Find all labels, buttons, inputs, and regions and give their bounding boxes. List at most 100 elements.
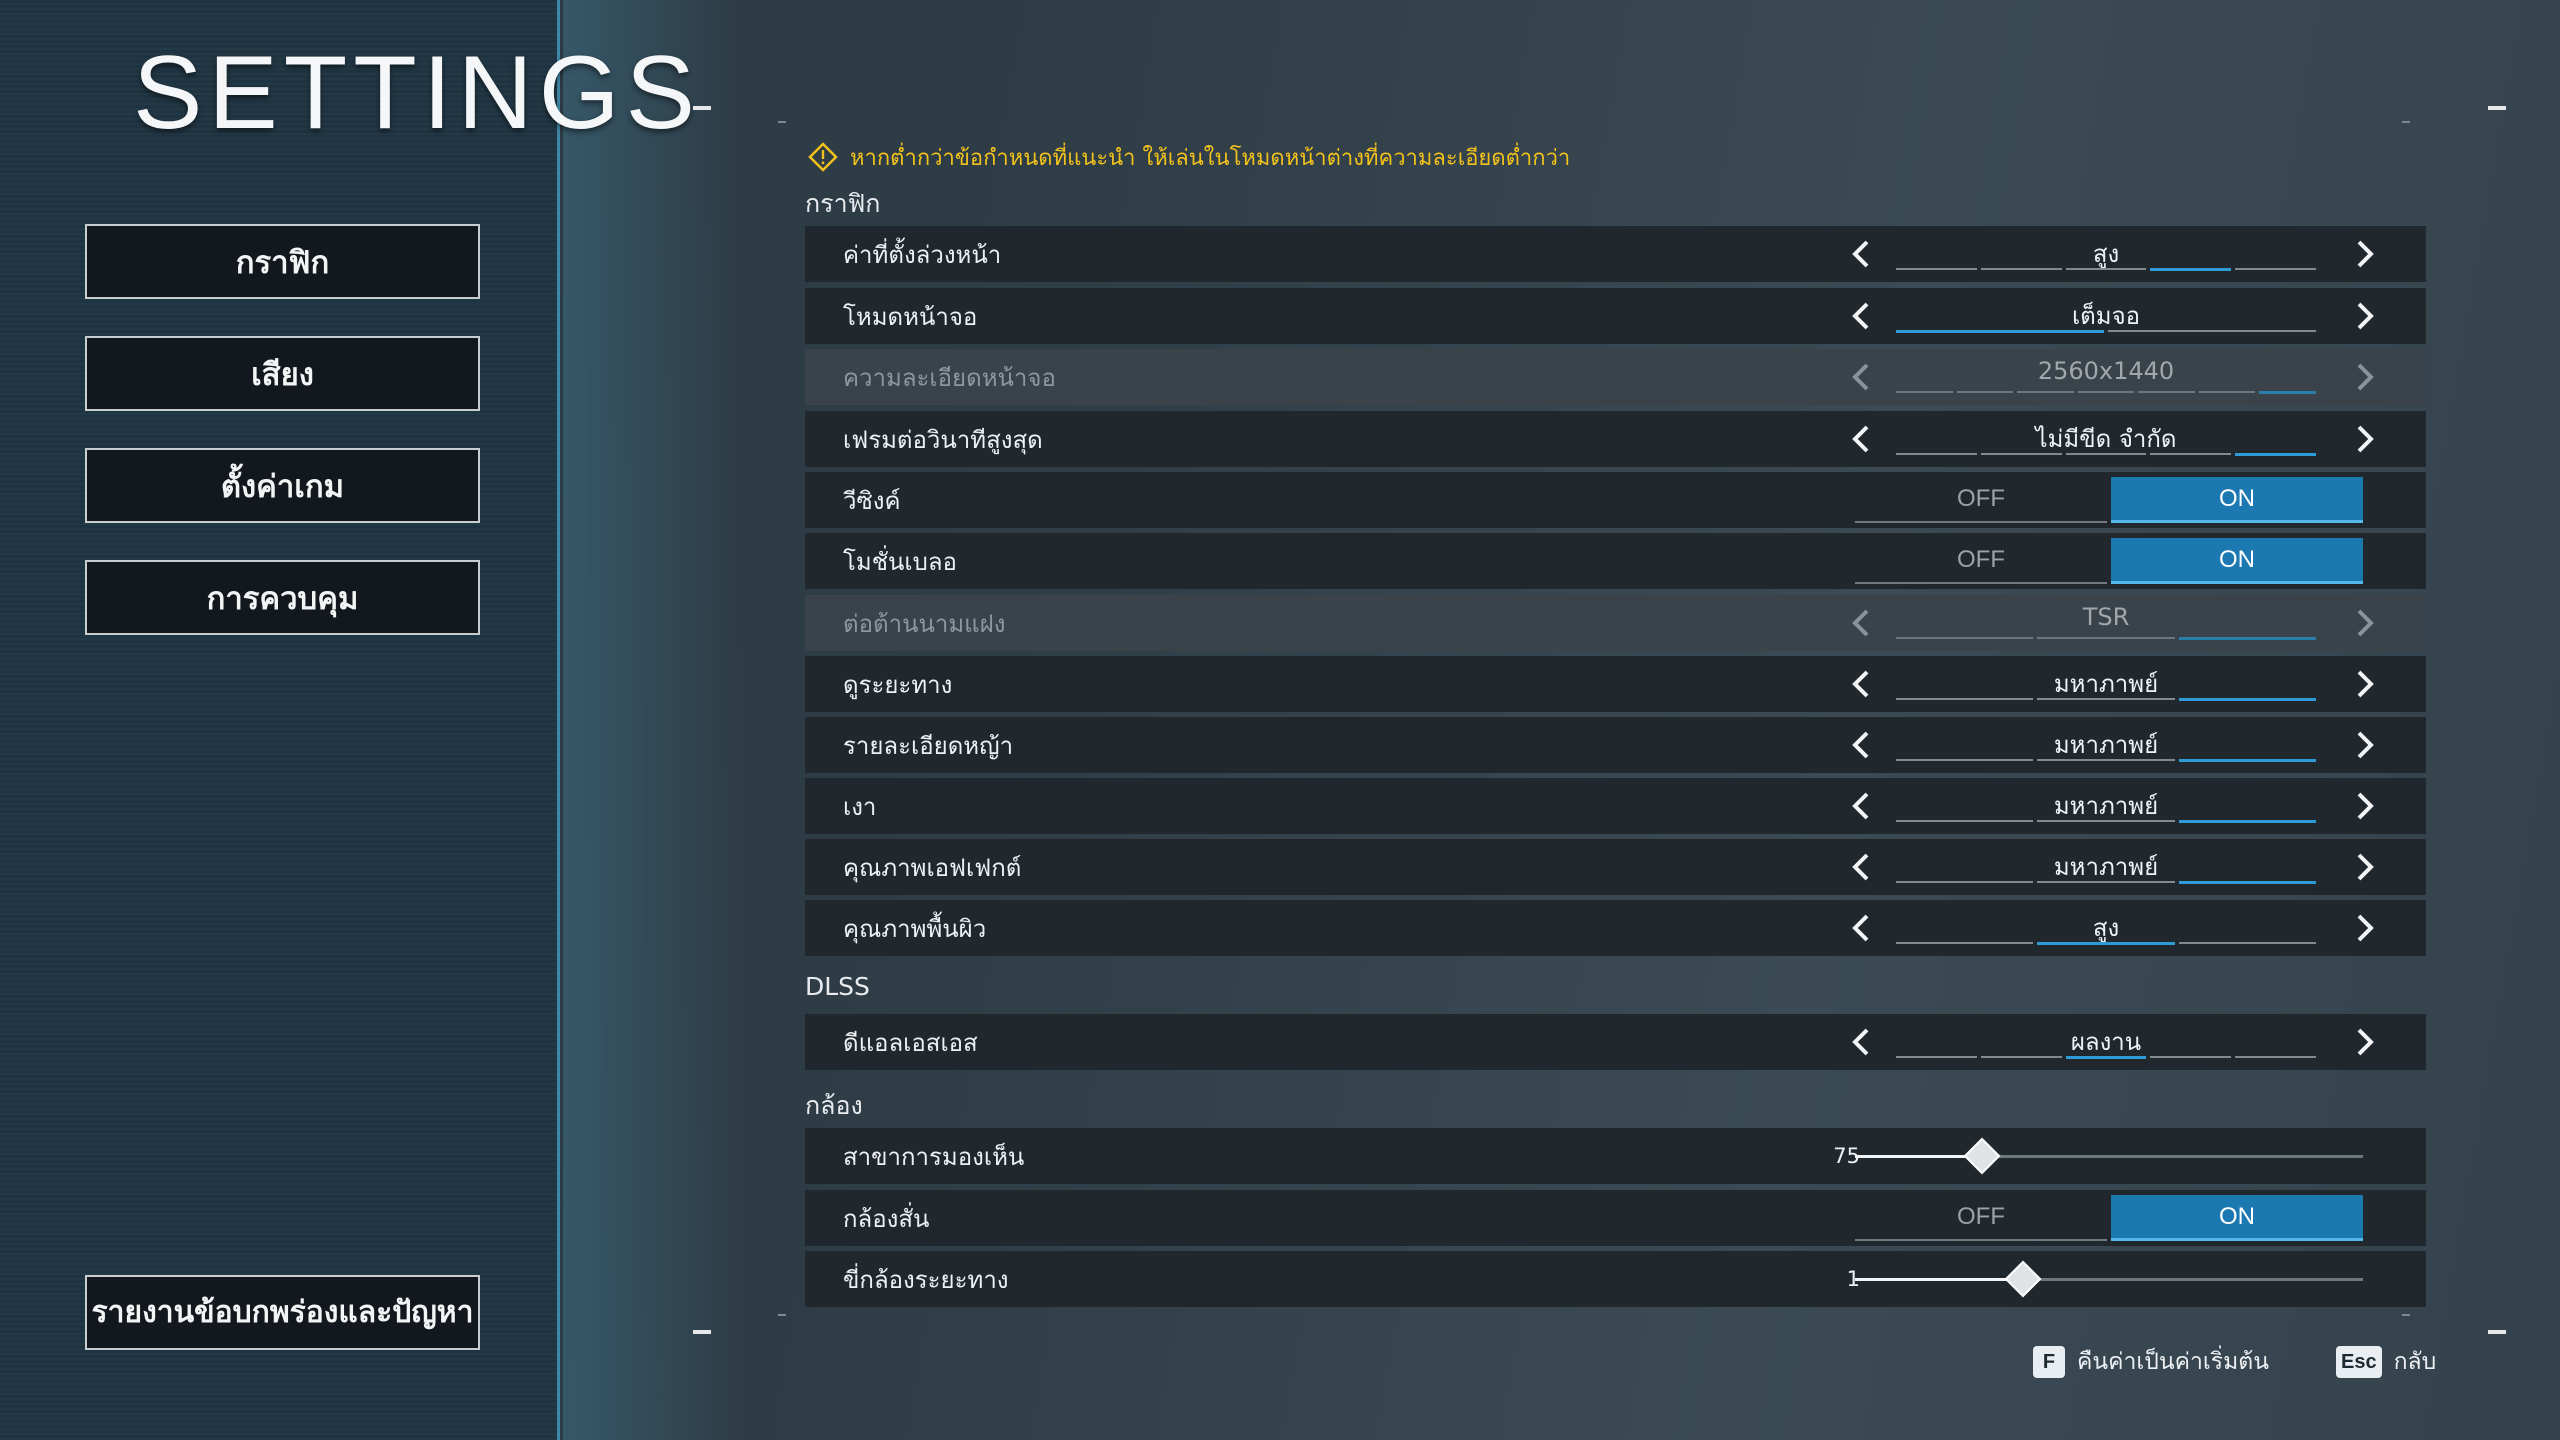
toggle-on[interactable]: ON: [2111, 538, 2363, 584]
option-indicator: [1896, 637, 2316, 640]
setting-label: ดูระยะทาง: [843, 670, 953, 699]
back-label: กลับ: [2393, 1349, 2437, 1375]
reset-defaults-button[interactable]: F คืนค่าเป็นค่าเริ่มต้น: [2033, 1346, 2269, 1378]
option-indicator: [1896, 330, 2316, 333]
setting-label: โมชั่นเบลอ: [843, 547, 957, 576]
chevron-left-icon[interactable]: [1841, 234, 1881, 274]
chevron-left-icon[interactable]: [1841, 1022, 1881, 1062]
option-indicator: [1896, 453, 2316, 456]
vsync-toggle[interactable]: OFF ON: [1855, 477, 2363, 523]
slider-handle[interactable]: [2004, 1260, 2042, 1298]
option-indicator: [1896, 268, 2316, 271]
chevron-right-icon: [2345, 603, 2385, 643]
motion-blur-toggle[interactable]: OFF ON: [1855, 538, 2363, 584]
chevron-left-icon[interactable]: [1841, 847, 1881, 887]
setting-label: คุณภาพเอฟเฟกต์: [843, 853, 1022, 882]
chevron-left-icon[interactable]: [1841, 296, 1881, 336]
toggle-off[interactable]: OFF: [1855, 477, 2107, 523]
key-f: F: [2033, 1346, 2065, 1378]
setting-label: ขี่กล้องระยะทาง: [843, 1265, 1009, 1294]
sidebar-glow: [563, 0, 743, 1440]
option-indicator: [1896, 881, 2316, 884]
toggle-off[interactable]: OFF: [1855, 1195, 2107, 1241]
setting-row-fov[interactable]: สาขาการมองเห็น 75: [805, 1128, 2426, 1184]
chevron-right-icon[interactable]: [2345, 664, 2385, 704]
setting-label: รายละเอียดหญ้า: [843, 731, 1014, 760]
setting-row-effects-quality[interactable]: คุณภาพเอฟเฟกต์ มหาภาพย์: [805, 839, 2426, 895]
setting-value: TSR: [2082, 603, 2130, 631]
setting-label: ค่าที่ตั้งล่วงหน้า: [843, 240, 1002, 269]
corner-tick: [778, 121, 786, 123]
option-indicator: [1896, 391, 2317, 394]
setting-label: วีซิงค์: [843, 486, 901, 515]
chevron-right-icon[interactable]: [2345, 1022, 2385, 1062]
warning-diamond-icon: [808, 142, 838, 172]
setting-row-preset[interactable]: ค่าที่ตั้งล่วงหน้า สูง: [805, 226, 2426, 282]
slider-value: 75: [1833, 1144, 1860, 1168]
setting-label: เฟรมต่อวินาทีสูงสุด: [843, 425, 1043, 454]
setting-row-motion-blur[interactable]: โมชั่นเบลอ OFF ON: [805, 533, 2426, 589]
nav-game-settings-button[interactable]: ตั้งค่าเกม: [85, 448, 480, 523]
option-indicator: [1896, 1056, 2316, 1059]
sidebar: [0, 0, 560, 1440]
toggle-off[interactable]: OFF: [1855, 538, 2107, 584]
chevron-right-icon[interactable]: [2345, 786, 2385, 826]
chevron-right-icon[interactable]: [2345, 908, 2385, 948]
chevron-left-icon[interactable]: [1841, 419, 1881, 459]
setting-row-camera-shake[interactable]: กล้องสั่น OFF ON: [805, 1190, 2426, 1246]
warning-banner: หากต่ำกว่าข้อกำหนดที่แนะนำ ให้เล่นในโหมด…: [808, 140, 1570, 174]
page-title: SETTINGS: [133, 35, 702, 151]
chevron-right-icon[interactable]: [2345, 234, 2385, 274]
warning-text: หากต่ำกว่าข้อกำหนดที่แนะนำ ให้เล่นในโหมด…: [850, 145, 1571, 171]
chevron-right-icon[interactable]: [2345, 419, 2385, 459]
corner-tick: [778, 1314, 786, 1316]
chevron-right-icon[interactable]: [2345, 847, 2385, 887]
chevron-left-icon[interactable]: [1841, 908, 1881, 948]
setting-row-vsync[interactable]: วีซิงค์ OFF ON: [805, 472, 2426, 528]
camera-distance-slider[interactable]: [1855, 1260, 2363, 1298]
setting-row-camera-distance[interactable]: ขี่กล้องระยะทาง 1: [805, 1251, 2426, 1307]
nav-controls-button[interactable]: การควบคุม: [85, 560, 480, 635]
nav-graphics-button[interactable]: กราฟิก: [85, 224, 480, 299]
option-indicator: [1896, 759, 2316, 762]
toggle-on[interactable]: ON: [2111, 477, 2363, 523]
fov-slider[interactable]: [1855, 1137, 2363, 1175]
setting-row-display-mode[interactable]: โหมดหน้าจอ เต็มจอ: [805, 288, 2426, 344]
camera-shake-toggle[interactable]: OFF ON: [1855, 1195, 2363, 1241]
chevron-right-icon[interactable]: [2345, 296, 2385, 336]
nav-audio-button[interactable]: เสียง: [85, 336, 480, 411]
setting-label: คุณภาพพื้นผิว: [843, 914, 987, 943]
setting-row-grass-detail[interactable]: รายละเอียดหญ้า มหาภาพย์: [805, 717, 2426, 773]
section-graphics: กราฟิก: [805, 189, 881, 218]
setting-row-resolution: ความละเอียดหน้าจอ 2560x1440: [805, 349, 2426, 405]
chevron-left-icon[interactable]: [1841, 725, 1881, 765]
setting-label: ดีแอลเอสเอส: [843, 1028, 978, 1057]
chevron-right-icon: [2345, 357, 2385, 397]
option-indicator: [1896, 698, 2316, 701]
corner-marker: [2488, 1330, 2506, 1334]
setting-row-dlss[interactable]: ดีแอลเอสเอส ผลงาน: [805, 1014, 2426, 1070]
slider-fill: [1855, 1278, 2023, 1281]
chevron-left-icon[interactable]: [1841, 786, 1881, 826]
setting-row-surface-quality[interactable]: คุณภาพพื้นผิว สูง: [805, 900, 2426, 956]
slider-handle[interactable]: [1963, 1137, 2001, 1175]
report-bug-button[interactable]: รายงานข้อบกพร่องและปัญหา: [85, 1275, 480, 1350]
reset-defaults-label: คืนค่าเป็นค่าเริ่มต้น: [2077, 1349, 2269, 1375]
setting-row-anti-aliasing: ต่อต้านนามแฝง TSR: [805, 595, 2426, 651]
setting-label: สาขาการมองเห็น: [843, 1142, 1025, 1171]
corner-tick: [2402, 121, 2410, 123]
option-indicator: [1896, 942, 2316, 945]
chevron-left-icon: [1841, 357, 1881, 397]
setting-row-view-distance[interactable]: ดูระยะทาง มหาภาพย์: [805, 656, 2426, 712]
setting-row-shadows[interactable]: เงา มหาภาพย์: [805, 778, 2426, 834]
setting-label: ความละเอียดหน้าจอ: [843, 363, 1056, 392]
key-esc: Esc: [2336, 1346, 2382, 1378]
setting-row-max-fps[interactable]: เฟรมต่อวินาทีสูงสุด ไม่มีขีด จำกัด: [805, 411, 2426, 467]
toggle-on[interactable]: ON: [2111, 1195, 2363, 1241]
setting-label: โหมดหน้าจอ: [843, 302, 978, 331]
back-button[interactable]: Esc กลับ: [2336, 1346, 2436, 1378]
chevron-left-icon[interactable]: [1841, 664, 1881, 704]
chevron-left-icon: [1841, 603, 1881, 643]
corner-marker: [693, 1330, 711, 1334]
chevron-right-icon[interactable]: [2345, 725, 2385, 765]
